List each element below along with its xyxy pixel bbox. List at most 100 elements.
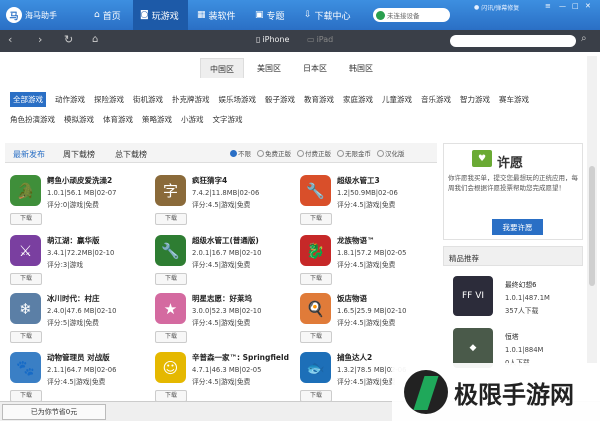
region-tab-us[interactable]: 美国区 [248, 58, 290, 78]
app-card[interactable]: 🔧 超级水管工(普通版) 2.0.1|16.7 MB|02-10 评分:4.5|游戏|… [155, 235, 295, 287]
app-card[interactable]: ⚔ 萌江湖：赢华版 3.4.1|72.2MB|02-10 评分:3|游戏 下载 [10, 235, 150, 287]
app-card[interactable]: ☺ 辛普森一家™: Springfield 4.7.1|46.3 MB|02-05 评… [155, 352, 295, 404]
category-item[interactable]: 角色扮演游戏 [10, 114, 55, 125]
nav-tab-topics[interactable]: ▣ 专题 [255, 0, 285, 30]
refresh-icon[interactable]: ↻ [64, 34, 73, 46]
crocodile-icon[interactable]: 🐊 [10, 175, 41, 206]
download-button[interactable]: 下载 [300, 331, 332, 343]
nav-tab-downloads[interactable]: ⇩ 下载中心 [304, 0, 351, 30]
app-name[interactable]: 辛普森一家™: Springfield [192, 352, 289, 364]
filter-option[interactable]: 免费正版 [257, 148, 291, 158]
download-button[interactable]: 下载 [10, 273, 42, 285]
device-tab-ipad[interactable]: ▭ iPad [307, 35, 333, 44]
category-item[interactable]: 教育游戏 [304, 94, 334, 105]
app-name[interactable]: 明星志愿：好莱坞 [192, 293, 261, 305]
download-button[interactable]: 下载 [10, 213, 42, 225]
app-card[interactable]: ❄ 冰川时代：村庄 2.4.0|47.6 MB|02-10 评分:5|游戏|免费 下载 [10, 293, 150, 345]
app-name[interactable]: 饭店物语 [337, 293, 406, 305]
app-name[interactable]: 动物管理员 对战版 [47, 352, 116, 364]
scrollbar-thumb[interactable] [589, 166, 595, 286]
search-input[interactable] [450, 35, 576, 47]
sort-tab-total[interactable]: 总下载榜 [115, 149, 147, 160]
download-button[interactable]: 下载 [155, 331, 187, 343]
device-tab-iphone[interactable]: ▯ iPhone [256, 35, 289, 44]
nav-tab-home[interactable]: ⌂ 首页 [94, 0, 121, 30]
app-name[interactable]: 鳄鱼小顽皮爱洗澡2 [47, 175, 116, 187]
category-item[interactable]: 扑克牌游戏 [172, 94, 210, 105]
nav-tab-software[interactable]: ▦ 装软件 [197, 0, 236, 30]
simpsons-icon[interactable]: ☺ [155, 352, 186, 383]
plumber-classic-icon[interactable]: 🔧 [155, 235, 186, 266]
plumber-icon[interactable]: 🔧 [300, 175, 331, 206]
category-item[interactable]: 骰子游戏 [265, 94, 295, 105]
zookeeper-icon[interactable]: 🐾 [10, 352, 41, 383]
device-connect-button[interactable]: 未连接设备 [373, 8, 450, 22]
app-name[interactable]: 萌江湖：赢华版 [47, 235, 114, 247]
star-girl-icon[interactable]: ★ [155, 293, 186, 324]
filter-option[interactable]: 汉化版 [377, 148, 405, 158]
app-card[interactable]: 🔧 超级水管工3 1.2|50.9MB|02-06 评分:4.5|游戏|免费 下载 [300, 175, 440, 227]
recommend-name[interactable]: 最终幻想6 [505, 279, 550, 292]
app-card[interactable]: 🐾 动物管理员 对战版 2.1.1|64.7 MB|02-06 评分:4.5|游戏|免… [10, 352, 150, 404]
region-tab-korea[interactable]: 韩国区 [340, 58, 382, 78]
forward-icon[interactable]: › [38, 34, 42, 46]
download-button[interactable]: 下载 [155, 273, 187, 285]
maximize-icon[interactable]: □ [572, 2, 579, 10]
category-item[interactable]: 家庭游戏 [343, 94, 373, 105]
recommend-name[interactable]: 恒塔 [505, 331, 543, 344]
make-wish-button[interactable]: 我要许愿 [492, 219, 543, 235]
filter-option[interactable]: 付费正版 [297, 148, 331, 158]
app-name[interactable]: 疯狂猜字4 [192, 175, 259, 187]
nav-tab-games[interactable]: ◙ 玩游戏 [133, 0, 188, 30]
minimize-icon[interactable]: — [559, 2, 566, 10]
app-card[interactable]: 🍳 饭店物语 1.6.5|25.9 MB|02-10 评分:4.5|游戏|免费 下载 [300, 293, 440, 345]
category-item[interactable]: 全部游戏 [10, 91, 46, 107]
category-item[interactable]: 模拟游戏 [64, 114, 94, 125]
filter-option[interactable]: 无限金币 [337, 148, 371, 158]
download-button[interactable]: 下载 [155, 213, 187, 225]
close-icon[interactable]: ✕ [585, 2, 591, 10]
app-logo[interactable]: 马 海马助手 [6, 7, 57, 23]
restaurant-icon[interactable]: 🍳 [300, 293, 331, 324]
app-card[interactable]: 🐊 鳄鱼小顽皮爱洗澡2 1.0.1|56.1 MB|02-07 评分:0|游戏|免费下… [10, 175, 150, 227]
dragon-icon[interactable]: 🐉 [300, 235, 331, 266]
category-item[interactable]: 策略游戏 [142, 114, 172, 125]
anime-hero-icon[interactable]: ⚔ [10, 235, 41, 266]
category-item[interactable]: 文字游戏 [213, 114, 243, 125]
fishing-icon[interactable]: 🐟 [300, 352, 331, 383]
app-card[interactable]: 字疯狂猜字4 7.4.2|11.8MB|02-06 评分:4.5|游戏|免费 下载 [155, 175, 295, 227]
search-icon[interactable]: ⌕ [581, 33, 587, 44]
scrollbar[interactable] [587, 56, 597, 396]
app-card[interactable]: 🐉 龙族物语™ 1.8.1|57.2 MB|02-05 评分:4.5|游戏|免费 下载 [300, 235, 440, 287]
sort-tab-weekly[interactable]: 周下载榜 [63, 149, 95, 160]
recommend-item[interactable]: FF VI 最终幻想6 1.0.1|487.1M 357人下载 [453, 276, 583, 324]
app-card[interactable]: ★ 明星志愿：好莱坞 3.0.0|52.3 MB|02-10 评分:4.5|游戏|免费… [155, 293, 295, 345]
app-name[interactable]: 冰川时代：村庄 [47, 293, 116, 305]
category-item[interactable]: 娱乐场游戏 [219, 94, 257, 105]
category-item[interactable]: 赛车游戏 [499, 94, 529, 105]
category-item[interactable]: 街机游戏 [133, 94, 163, 105]
ice-age-icon[interactable]: ❄ [10, 293, 41, 324]
back-icon[interactable]: ‹ [8, 34, 12, 46]
category-item[interactable]: 音乐游戏 [421, 94, 451, 105]
category-item[interactable]: 体育游戏 [103, 114, 133, 125]
category-item[interactable]: 探险游戏 [94, 94, 124, 105]
download-button[interactable]: 下载 [300, 273, 332, 285]
filter-option[interactable]: 不限 [230, 148, 251, 158]
tower-icon[interactable]: ◆ [453, 328, 493, 368]
category-item[interactable]: 小游戏 [181, 114, 204, 125]
app-name[interactable]: 超级水管工(普通版) [192, 235, 261, 247]
home-page-icon[interactable]: ⌂ [92, 34, 98, 46]
download-button[interactable]: 下载 [10, 331, 42, 343]
region-tab-japan[interactable]: 日本区 [294, 58, 336, 78]
word-guess-icon[interactable]: 字 [155, 175, 186, 206]
category-item[interactable]: 儿童游戏 [382, 94, 412, 105]
category-item[interactable]: 智力游戏 [460, 94, 490, 105]
region-tab-china[interactable]: 中国区 [200, 58, 244, 78]
final-fantasy-icon[interactable]: FF VI [453, 276, 493, 316]
app-name[interactable]: 龙族物语™ [337, 235, 406, 247]
user-area[interactable]: ● 闪讯/弹幕修复 [474, 3, 519, 12]
download-button[interactable]: 下载 [300, 213, 332, 225]
category-item[interactable]: 动作游戏 [55, 94, 85, 105]
menu-icon[interactable]: ≡ [545, 2, 551, 10]
